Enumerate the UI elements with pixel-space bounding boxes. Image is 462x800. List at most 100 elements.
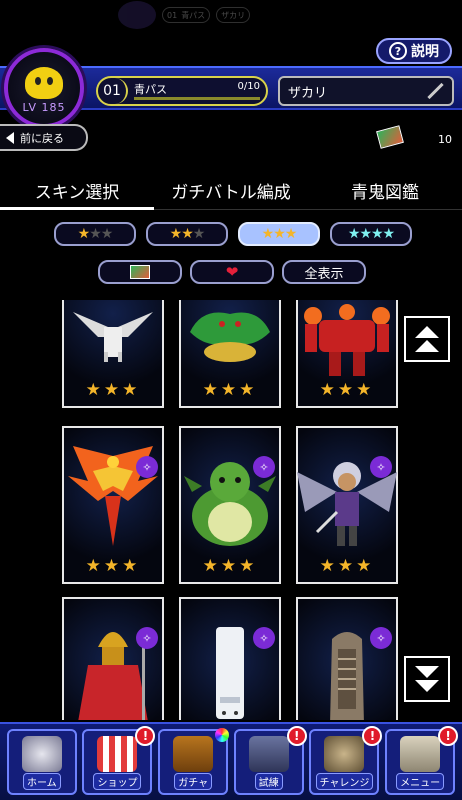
nav-gacha[interactable]: ガチャ	[158, 728, 230, 795]
filter-stars: ★★	[169, 226, 194, 242]
treasure-chest-icon	[173, 736, 214, 772]
sparkle-badge-icon: ✧	[370, 627, 392, 649]
robot-icon	[304, 304, 390, 376]
pencil-icon[interactable]	[426, 82, 444, 100]
filter-3-star[interactable]: ★★★	[238, 222, 320, 246]
background-header-ghost: 01 青パス ザカリ	[118, 0, 348, 30]
ghost-pass: 01 青パス	[162, 7, 211, 23]
help-button[interactable]: ? 説明	[376, 38, 452, 64]
pass-count: 0/10	[237, 81, 260, 92]
show-all-label: 全表示	[304, 266, 344, 282]
nav-label: ショップ	[93, 773, 142, 790]
back-button[interactable]: 前に戻る	[0, 124, 88, 151]
alert-badge-icon: !	[362, 726, 383, 746]
ghost-name: ザカリ	[216, 7, 251, 23]
dragon-icon	[190, 312, 270, 362]
filter-4-star[interactable]: ★★★★	[330, 222, 412, 246]
shop-icon	[97, 736, 138, 772]
filter-stars: ★★★	[261, 226, 298, 242]
nav-label: ホーム	[22, 773, 61, 790]
card-stars: ★★★	[85, 556, 141, 576]
card-stars: ★★★	[202, 556, 258, 576]
phoenix-icon	[68, 446, 158, 546]
filter-dim-stars: ★★	[89, 226, 113, 242]
back-arrow-icon	[6, 131, 14, 144]
tab-bar: スキン選択 ガチバトル編成 青鬼図鑑	[0, 170, 462, 210]
nav-home[interactable]: ホーム	[6, 729, 77, 795]
home-character-icon	[21, 736, 62, 772]
card-stars: ★★★	[85, 380, 141, 400]
bottom-nav: ホーム ショップ ! ガチャ 試練 ! チャレンジ ! メニュー !	[0, 722, 462, 800]
tab-skin-select[interactable]: スキン選択	[0, 170, 154, 210]
player-name: ザカリ	[288, 85, 328, 101]
filter-2-star[interactable]: ★★ ★	[146, 222, 228, 246]
card-stars: ★★★	[319, 380, 375, 400]
rainbow-dot-icon	[215, 728, 230, 742]
tab-battle-formation[interactable]: ガチバトル編成	[154, 170, 308, 210]
nav-menu[interactable]: メニュー !	[385, 726, 459, 795]
card-stars: ★★★	[202, 380, 258, 400]
card-stars: ★★★	[319, 556, 375, 576]
filter-ticket[interactable]	[98, 260, 182, 284]
skin-card-green-dragon[interactable]: ★★★	[179, 300, 281, 408]
castle-icon	[248, 736, 289, 772]
nav-shop[interactable]: ショップ !	[82, 726, 156, 795]
nav-challenge[interactable]: チャレンジ !	[309, 726, 383, 795]
help-label: 説明	[411, 44, 439, 60]
pass-progress-box[interactable]: 01 青パス 0/10	[96, 76, 268, 106]
double-down-arrow-icon	[415, 666, 439, 692]
alert-badge-icon: !	[286, 726, 307, 746]
ghost-avatar	[118, 1, 156, 29]
back-label: 前に戻る	[20, 131, 64, 145]
skin-card-white-tube[interactable]: ✧	[179, 597, 281, 720]
skin-card-red-mage[interactable]: ✧	[62, 597, 164, 720]
nav-label: ガチャ	[174, 773, 213, 790]
ticket-icon	[130, 265, 150, 279]
filter-cyan-stars: ★★★★	[347, 226, 395, 242]
double-up-arrow-icon	[415, 326, 439, 352]
skin-card-phoenix[interactable]: ✧ ★★★	[62, 426, 164, 584]
skin-grid: ★★★ ★★★ ★★★ ✧ ★★★ ✧ ★★★ ✧ ★★★ ✧ ✧ ✧	[0, 300, 462, 720]
heart-icon: ❤	[225, 263, 239, 281]
alert-badge-icon: !	[135, 726, 156, 746]
white-tube-icon	[216, 627, 244, 719]
yellow-blob-icon	[25, 66, 63, 99]
tab-encyclopedia[interactable]: 青鬼図鑑	[308, 170, 462, 210]
sparkle-badge-icon: ✧	[136, 456, 158, 478]
scroll-to-top-button[interactable]	[404, 316, 450, 362]
type-filter-row: ❤ 全表示	[98, 260, 366, 284]
alert-badge-icon: !	[438, 726, 459, 746]
filter-1-star[interactable]: ★ ★★	[54, 222, 136, 246]
nav-label: 試練	[254, 773, 283, 790]
filter-dim-stars: ★	[192, 226, 206, 242]
filter-stars: ★	[77, 226, 91, 242]
sparkle-badge-icon: ✧	[136, 627, 158, 649]
filter-show-all[interactable]: 全表示	[282, 260, 366, 284]
challenge-icon	[324, 736, 365, 772]
filter-favorite[interactable]: ❤	[190, 260, 274, 284]
skin-card-fat-dragon[interactable]: ✧ ★★★	[179, 426, 281, 584]
sparkle-badge-icon: ✧	[253, 456, 275, 478]
ticket-icon	[376, 125, 404, 149]
skin-card-red-robot[interactable]: ★★★	[296, 300, 398, 408]
pass-number: 01	[98, 78, 128, 104]
sparkle-badge-icon: ✧	[370, 456, 392, 478]
question-icon: ?	[389, 42, 407, 60]
ticket-count: 10	[438, 133, 452, 146]
player-avatar[interactable]: LV 185	[4, 48, 84, 128]
pass-name: 青パス	[134, 83, 167, 96]
skin-card-winged-warrior[interactable]: ✧ ★★★	[296, 426, 398, 584]
sparkle-badge-icon: ✧	[253, 627, 275, 649]
pegasus-icon	[73, 312, 153, 362]
nav-label: チャレンジ	[315, 773, 374, 790]
skin-card-pegasus[interactable]: ★★★	[62, 300, 164, 408]
nav-trial[interactable]: 試練 !	[233, 726, 307, 795]
nav-label: メニュー	[396, 773, 445, 790]
star-filter-row: ★ ★★ ★★ ★ ★★★ ★★★★	[54, 222, 412, 246]
skin-card-ship[interactable]: ✧	[296, 597, 398, 720]
player-level: LV 185	[22, 100, 66, 114]
ship-icon	[330, 632, 364, 720]
menu-document-icon	[400, 736, 441, 772]
player-name-field[interactable]: ザカリ	[278, 76, 454, 106]
scroll-to-bottom-button[interactable]	[404, 656, 450, 702]
